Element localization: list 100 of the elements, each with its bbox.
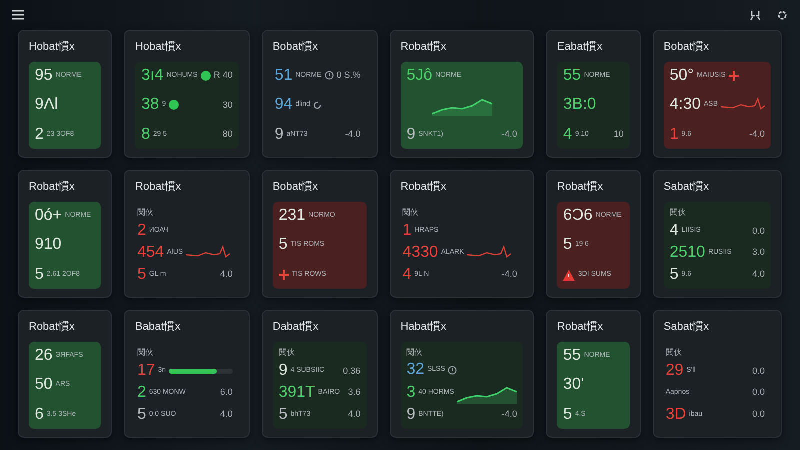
info-icon — [448, 366, 458, 374]
card-title: Bobat慣x — [664, 40, 710, 55]
plus-icon — [278, 270, 289, 280]
metric-value: 29 — [666, 363, 684, 380]
metric-value: 3B:0 — [563, 97, 596, 114]
metric-reading: 3.0 — [752, 246, 765, 260]
metric-value: 4330 — [402, 245, 438, 262]
users-icon[interactable] — [750, 10, 761, 20]
metric-reading: -4.0 — [345, 128, 361, 142]
metric-reading: 4.0 — [348, 408, 361, 422]
metric-value: 95 — [35, 68, 53, 84]
metric-value: 3D — [666, 406, 686, 423]
metric-reading: R 40 — [214, 68, 233, 82]
metric-value: 51 — [274, 68, 293, 84]
metric-reading: 3.6 — [348, 386, 361, 400]
status-dot-icon — [169, 100, 180, 110]
metric-reading: 0 S.% — [336, 68, 361, 82]
metric-value: 2510 — [670, 245, 706, 262]
metric-value: 4 — [563, 127, 572, 143]
metric-value: 6 — [35, 407, 44, 423]
metric-value: 910 — [35, 237, 62, 254]
metric-value: 0ó+ — [35, 208, 62, 224]
metric-reading: 0.0 — [752, 408, 765, 422]
card-title: Bobat慣x — [272, 180, 320, 195]
plus-icon — [728, 70, 739, 80]
metric-reading: -4.0 — [502, 128, 518, 142]
metric-value: 454 — [137, 245, 164, 262]
metric-value: 4 — [670, 223, 679, 240]
metric-value: 5 — [278, 237, 288, 254]
metric-reading: 4.0 — [220, 268, 233, 282]
metric-reading: 0.36 — [343, 364, 361, 378]
card-title: Robat慣x — [400, 40, 448, 55]
status-dot-icon — [200, 70, 211, 80]
metric-value: 5 — [137, 266, 146, 283]
metric-reading: 10 — [614, 128, 624, 142]
metric-value: 17 — [137, 363, 156, 380]
metric-value: 50 — [35, 377, 53, 394]
metric-value: 55 — [563, 348, 582, 364]
metric-value: 50° — [670, 68, 694, 84]
caption: 閱伙 — [406, 346, 424, 358]
metric-reading: 0.0 — [752, 224, 765, 238]
metric-value: 3 — [406, 384, 416, 400]
metric-value: 5 — [563, 237, 572, 254]
metric-value: 5 — [670, 266, 679, 283]
metric-value: 4 — [402, 266, 412, 283]
caption: 閱伙 — [137, 346, 154, 358]
metric-value: 231 — [278, 208, 306, 224]
metric-reading: 4.0 — [220, 408, 233, 422]
metric-reading: 80 — [222, 128, 233, 142]
card-title: Robat慣x — [135, 180, 182, 195]
caption: 閱伙 — [666, 346, 683, 358]
metric-value: 1 — [402, 223, 412, 240]
metric-value: 5Jô — [406, 68, 432, 84]
metric-reading: 30 — [222, 98, 233, 112]
card-title: Bobat慣x — [272, 40, 320, 55]
metric-value: 94 — [274, 97, 293, 114]
card-title: Eabat慣x — [557, 40, 604, 55]
card-title: Hobat慣x — [29, 40, 76, 55]
card-title: Hobat慣x — [135, 40, 182, 55]
card-title: Robat慣x — [400, 180, 448, 195]
metric-value: 9 — [278, 363, 288, 380]
card-title: Sabat慣x — [664, 180, 710, 195]
caption: 閱伙 — [670, 206, 687, 218]
metric-value: 32 — [406, 362, 424, 378]
metric-value: 5 — [137, 406, 146, 423]
metric-value: 4:30 — [670, 97, 701, 114]
metric-value: 2 — [137, 385, 146, 402]
card-title: Babat慣x — [135, 320, 182, 335]
card-title: Habat慣x — [400, 320, 448, 335]
metric-value: 5 — [35, 267, 44, 283]
metric-reading: 0.0 — [752, 386, 765, 400]
metric-reading: 4.0 — [752, 268, 765, 282]
metric-value: 3ı4 — [141, 68, 164, 84]
metric-value: 38 — [141, 97, 160, 114]
card-title: Sabat慣x — [664, 320, 710, 335]
menu-icon[interactable] — [12, 10, 24, 20]
metric-value: 6Ɔ6 — [563, 208, 593, 224]
metric-value: 1 — [670, 127, 679, 143]
metric-value: 26 — [35, 348, 53, 364]
metric-value: 2 — [137, 223, 146, 240]
metric-value: 5 — [563, 407, 572, 423]
metric-value: 8 — [141, 127, 150, 143]
caption: 閱伙 — [278, 346, 296, 358]
card-title: Robat慣x — [29, 320, 76, 335]
metric-reading: -4.0 — [749, 128, 765, 142]
settings-icon[interactable] — [777, 10, 788, 20]
refresh-icon — [313, 100, 322, 110]
metric-value: 9 — [406, 407, 416, 423]
metric-reading: 0.0 — [752, 364, 765, 378]
caption: 閱伙 — [137, 206, 154, 218]
card-title: Robat慣x — [557, 180, 604, 195]
metric-value: 55 — [563, 68, 582, 84]
metric-value: 2 — [35, 127, 44, 143]
metric-value: 391T — [278, 385, 316, 402]
caption: 閱伙 — [402, 206, 420, 218]
metric-value: 9 — [274, 127, 284, 143]
metric-value: 30' — [563, 377, 584, 394]
metric-reading: 6.0 — [220, 386, 233, 400]
metric-reading: -4.0 — [502, 408, 518, 422]
warning-icon — [563, 270, 576, 280]
